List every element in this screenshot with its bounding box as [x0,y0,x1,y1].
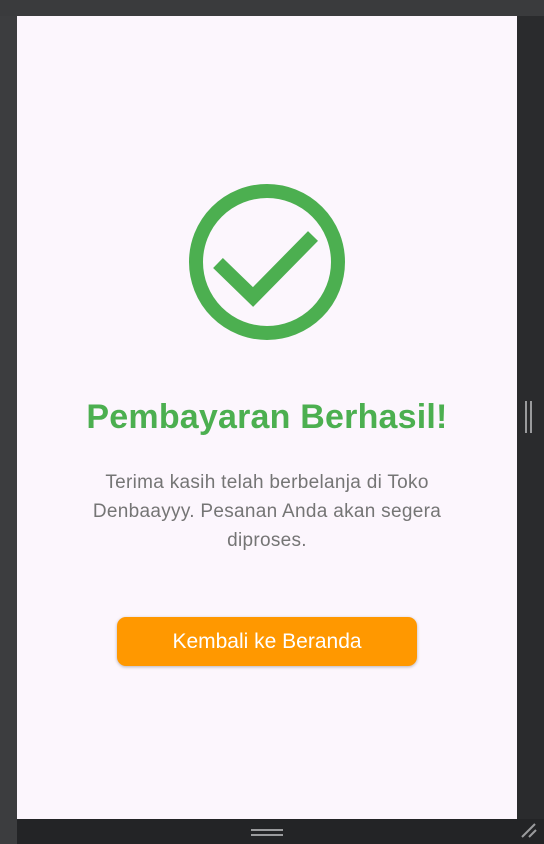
window-left-edge [0,16,17,844]
right-resize-handle[interactable] [525,401,532,433]
emulator-window: Pembayaran Berhasil! Terima kasih telah … [0,0,544,844]
window-top-bar [0,0,544,16]
resize-grip-icon[interactable] [520,823,538,839]
success-message: Terima kasih telah berbelanja di Toko De… [92,472,442,551]
back-to-home-button[interactable]: Kembali ke Beranda [117,617,417,666]
success-title: Pembayaran Berhasil! [86,398,448,436]
check-circle-icon [189,184,345,340]
bottom-resize-handle[interactable] [251,829,283,836]
payment-success-screen: Pembayaran Berhasil! Terima kasih telah … [17,16,517,819]
